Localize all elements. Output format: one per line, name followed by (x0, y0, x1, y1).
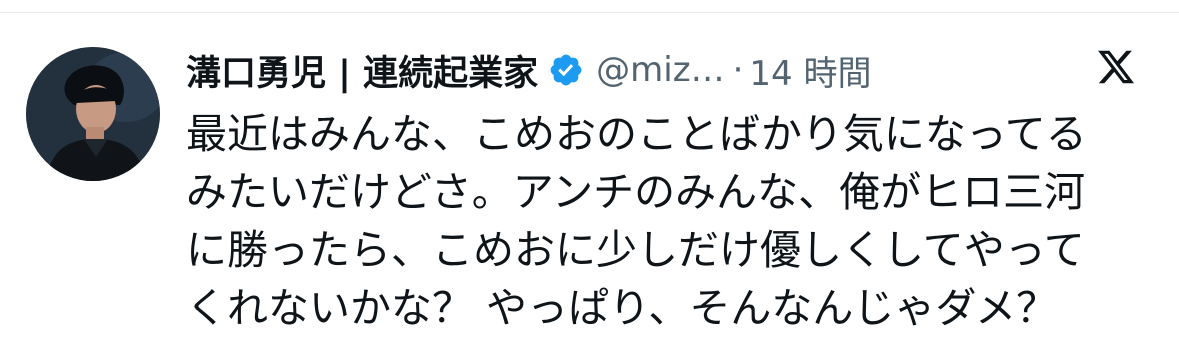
top-divider (0, 12, 1179, 13)
tweet-line-2: みたいだけどさ。アンチのみんな、俺がヒロ三河 (186, 168, 1086, 216)
tweet-line-4: くれないかな？ やっぱり、そんなんじゃダメ？ (186, 284, 1058, 332)
x-logo-icon[interactable] (1096, 46, 1136, 88)
tweet-line-3: に勝ったら、こめおに少しだけ優しくしてやって (186, 226, 1085, 274)
verified-badge-icon (550, 54, 582, 86)
tweet-header: 溝口勇児 | 連続起業家 @miz… · 14 時間 (186, 44, 871, 96)
author-name[interactable]: 溝口勇児 | 連続起業家 (186, 45, 538, 96)
separator-dot: · (732, 50, 744, 90)
tweet-line-1: 最近はみんな、こめおのことばかり気になってる (186, 110, 1087, 158)
author-handle[interactable]: @miz… (596, 50, 724, 90)
tweet-text: 最近はみんな、こめおのことばかり気になってる みたいだけどさ。アンチのみんな、俺… (186, 105, 1166, 337)
timestamp[interactable]: 14 時間 (749, 46, 871, 95)
avatar-photo (26, 47, 160, 181)
avatar[interactable] (26, 47, 160, 181)
